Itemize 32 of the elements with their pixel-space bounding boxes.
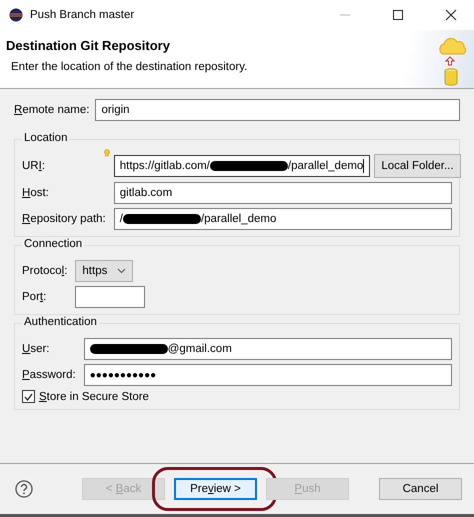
checkbox-label[interactable]: Store in Secure Store bbox=[39, 390, 149, 402]
input-field[interactable]: gitlab.com bbox=[114, 182, 452, 204]
page-description: Enter the location of the destination repository. bbox=[11, 61, 248, 73]
input-field[interactable]: https://gitlab.com/ /parallel_demo bbox=[114, 155, 370, 177]
password-field[interactable]: ●●●●●●●●●●● bbox=[84, 364, 452, 386]
page-title: Destination Git Repository bbox=[6, 38, 171, 53]
input-field[interactable]: / /parallel_demo bbox=[114, 208, 452, 230]
dialog-button[interactable]: Cancel bbox=[379, 478, 462, 500]
field-label: Password: bbox=[22, 369, 76, 381]
local-folder-button[interactable]: Local Folder... bbox=[374, 154, 461, 178]
field-label: Repository path: bbox=[22, 213, 106, 225]
input-field[interactable]: @gmail.com bbox=[84, 338, 452, 360]
input-field[interactable] bbox=[75, 286, 146, 308]
dialog-button[interactable]: Preview > bbox=[174, 478, 257, 500]
checkbox-box[interactable] bbox=[22, 390, 35, 403]
field-label: Protocol: bbox=[22, 265, 68, 277]
field-label: URI: bbox=[22, 160, 46, 172]
field-label: User: bbox=[22, 343, 50, 355]
window-title: Push Branch master bbox=[30, 9, 136, 21]
group-title: Connection bbox=[22, 238, 84, 250]
sphere-icon bbox=[9, 8, 23, 22]
close-icon[interactable] bbox=[445, 9, 457, 21]
input-field[interactable]: origin bbox=[95, 99, 460, 121]
field-label: Port: bbox=[22, 291, 48, 303]
field-label: Remote name: bbox=[14, 104, 90, 116]
group-title: Location bbox=[22, 132, 70, 144]
group-title: Authentication bbox=[22, 316, 99, 328]
help-icon[interactable] bbox=[15, 480, 33, 498]
field-label: Host: bbox=[22, 187, 50, 199]
chevron-down-icon bbox=[117, 268, 126, 274]
maximize-icon[interactable] bbox=[392, 9, 404, 21]
protocol-dropdown[interactable]: https bbox=[75, 260, 134, 282]
